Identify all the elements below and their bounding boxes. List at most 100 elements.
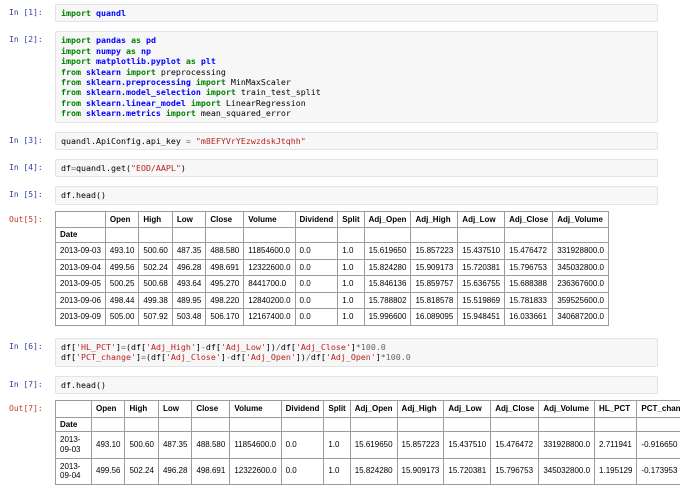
table-cell: 493.64 bbox=[172, 276, 205, 293]
row-index-cell: 2013-09-05 bbox=[56, 276, 106, 293]
code-line: from sklearn.preprocessing import MinMax… bbox=[61, 77, 652, 87]
table-cell: 0.0 bbox=[281, 432, 324, 458]
table-cell: 15.788802 bbox=[364, 292, 411, 309]
table-cell bbox=[105, 228, 138, 243]
code-cell[interactable]: import quandl bbox=[55, 4, 658, 22]
table-row: 2013-09-09505.00507.92503.48506.17012167… bbox=[56, 309, 609, 326]
code-line: import quandl bbox=[61, 8, 652, 18]
code-text: import pandas as pdimport numpy as npimp… bbox=[61, 35, 652, 118]
table-cell: 499.56 bbox=[105, 259, 138, 276]
code-cell[interactable]: df.head() bbox=[55, 186, 658, 204]
table-cell bbox=[595, 417, 637, 432]
table-header-cell: Adj_Close bbox=[491, 401, 539, 418]
table-cell: -0.173953 bbox=[637, 458, 680, 484]
table-cell: 331928800.0 bbox=[553, 243, 609, 260]
table-cell: 1.0 bbox=[324, 458, 350, 484]
table-cell bbox=[158, 417, 191, 432]
table-cell bbox=[350, 417, 397, 432]
table-header-cell: Open bbox=[92, 401, 125, 418]
code-text: df.head() bbox=[61, 380, 652, 390]
table-header-cell: Close bbox=[206, 211, 244, 228]
code-cell[interactable]: df=quandl.get("EOD/AAPL") bbox=[55, 159, 658, 177]
code-line: from sklearn.linear_model import LinearR… bbox=[61, 98, 652, 108]
code-line: df=quandl.get("EOD/AAPL") bbox=[61, 163, 652, 173]
table-cell: 345032800.0 bbox=[539, 458, 595, 484]
row-index-cell: 2013-09-03 bbox=[56, 432, 92, 458]
code-cell[interactable]: df['HL_PCT']=(df['Adj_High']-df['Adj_Low… bbox=[55, 338, 658, 367]
table-header-cell: Adj_Volume bbox=[539, 401, 595, 418]
code-cell-row: In [3]: quandl.ApiConfig.api_key = "m8EF… bbox=[0, 132, 680, 150]
table-cell: 1.0 bbox=[324, 432, 350, 458]
table-header-cell: Adj_Volume bbox=[553, 211, 609, 228]
dataframe-table: OpenHighLowCloseVolumeDividendSplitAdj_O… bbox=[55, 400, 680, 485]
table-cell: 489.95 bbox=[172, 292, 205, 309]
code-cell[interactable]: df.head() bbox=[55, 376, 658, 394]
table-cell: 15.796753 bbox=[505, 259, 553, 276]
table-header-cell: Close bbox=[192, 401, 230, 418]
code-line: from sklearn.model_selection import trai… bbox=[61, 87, 652, 97]
table-cell bbox=[444, 417, 491, 432]
table-header-cell: Open bbox=[105, 211, 138, 228]
table-header-cell: High bbox=[125, 401, 158, 418]
table-cell: 1.0 bbox=[338, 309, 364, 326]
table-row: 2013-09-03493.10500.60487.35488.58011854… bbox=[56, 432, 680, 458]
table-cell: 12840200.0 bbox=[244, 292, 295, 309]
table-cell bbox=[491, 417, 539, 432]
table-cell bbox=[553, 228, 609, 243]
code-cell-row: In [2]: import pandas as pdimport numpy … bbox=[0, 31, 680, 122]
row-index-cell: 2013-09-03 bbox=[56, 243, 106, 260]
table-cell: 15.619650 bbox=[350, 432, 397, 458]
code-line: df.head() bbox=[61, 190, 652, 200]
table-cell: 487.35 bbox=[158, 432, 191, 458]
table-header-cell: Low bbox=[158, 401, 191, 418]
table-cell: 0.0 bbox=[295, 259, 338, 276]
table-cell bbox=[125, 417, 158, 432]
table-row: 2013-09-06498.44499.38489.95498.22012840… bbox=[56, 292, 609, 309]
table-cell: 506.170 bbox=[206, 309, 244, 326]
output-cell-row: Out[5]: OpenHighLowCloseVolumeDividendSp… bbox=[0, 211, 680, 326]
table-cell bbox=[458, 228, 505, 243]
index-name-row: Date bbox=[56, 228, 609, 243]
table-cell: 500.25 bbox=[105, 276, 138, 293]
code-text: quandl.ApiConfig.api_key = "m8EFYVrYEzwz… bbox=[61, 136, 652, 146]
table-header-cell: Dividend bbox=[295, 211, 338, 228]
table-row: 2013-09-04499.56502.24496.28498.69112322… bbox=[56, 458, 680, 484]
code-line: quandl.ApiConfig.api_key = "m8EFYVrYEzwz… bbox=[61, 136, 652, 146]
table-header-row: OpenHighLowCloseVolumeDividendSplitAdj_O… bbox=[56, 401, 680, 418]
table-cell bbox=[192, 417, 230, 432]
table-cell: 15.688388 bbox=[505, 276, 553, 293]
code-cell[interactable]: import pandas as pdimport numpy as npimp… bbox=[55, 31, 658, 122]
code-cell-row: In [6]: df['HL_PCT']=(df['Adj_High']-df[… bbox=[0, 338, 680, 367]
table-cell: 498.44 bbox=[105, 292, 138, 309]
table-cell: 0.0 bbox=[295, 276, 338, 293]
table-cell bbox=[411, 228, 458, 243]
input-prompt: In [5]: bbox=[0, 186, 55, 199]
table-cell: 0.0 bbox=[281, 458, 324, 484]
output-cell-row: Out[7]: OpenHighLowCloseVolumeDividendSp… bbox=[0, 400, 680, 485]
table-cell bbox=[172, 228, 205, 243]
table-cell: 15.720381 bbox=[458, 259, 505, 276]
table-cell: 16.089095 bbox=[411, 309, 458, 326]
input-prompt: In [4]: bbox=[0, 159, 55, 172]
table-cell: 15.720381 bbox=[444, 458, 491, 484]
table-cell: 8441700.0 bbox=[244, 276, 295, 293]
code-line: df.head() bbox=[61, 380, 652, 390]
table-header-cell: Adj_Open bbox=[350, 401, 397, 418]
row-index-cell: 2013-09-04 bbox=[56, 458, 92, 484]
table-cell: 495.270 bbox=[206, 276, 244, 293]
table-cell: 488.580 bbox=[206, 243, 244, 260]
table-cell: 1.195129 bbox=[595, 458, 637, 484]
table-cell: 502.24 bbox=[125, 458, 158, 484]
table-header-cell: PCT_change bbox=[637, 401, 680, 418]
code-cell[interactable]: quandl.ApiConfig.api_key = "m8EFYVrYEzwz… bbox=[55, 132, 658, 150]
table-cell bbox=[206, 228, 244, 243]
index-name-row: Date bbox=[56, 417, 680, 432]
table-cell: 15.824280 bbox=[350, 458, 397, 484]
table-cell bbox=[637, 417, 680, 432]
table-cell: 15.437510 bbox=[458, 243, 505, 260]
table-cell bbox=[505, 228, 553, 243]
table-cell: 12322600.0 bbox=[244, 259, 295, 276]
code-line: from sklearn import preprocessing bbox=[61, 67, 652, 77]
table-cell: 15.476472 bbox=[491, 432, 539, 458]
table-cell: 498.691 bbox=[206, 259, 244, 276]
